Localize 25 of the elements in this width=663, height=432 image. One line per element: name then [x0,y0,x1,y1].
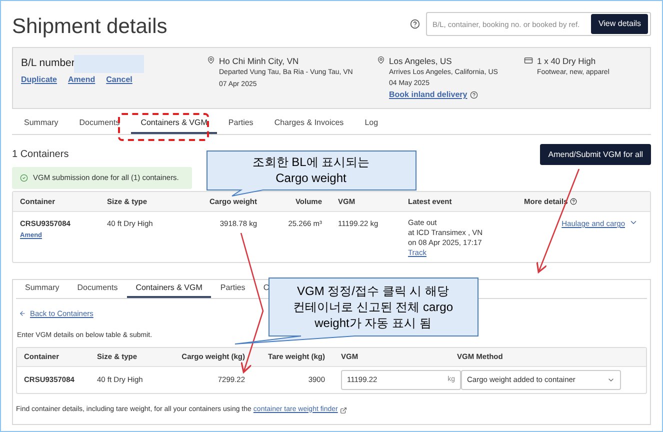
callout-text: VGM 정정/접수 클릭 시 해당 컨테이너로 신고된 전체 cargo weight가 자동 표시 됨 [292,283,454,331]
action-link[interactable]: Amend [68,74,96,86]
tab[interactable]: Documents [68,280,127,298]
tab[interactable]: Charges & Invoices [264,114,354,134]
containers-count: 1 Containers [12,148,69,162]
view-details-button[interactable]: View details [591,14,648,34]
tab[interactable]: Containers & VGM [126,280,212,298]
tab[interactable]: Documents [69,114,130,134]
tab[interactable]: Parties [218,114,264,134]
action-link[interactable]: Duplicate [21,74,58,86]
bl-number-label: B/L number [21,56,75,72]
destination-city: Los Angeles, US [389,55,453,67]
tab[interactable]: Containers & VGM [130,114,218,134]
submit-vgm-button[interactable]: Amend/Submit VGM for all [540,144,651,165]
tab[interactable]: Summary [16,280,68,298]
origin-city: Ho Chi Minh City, VN [219,55,300,67]
tab[interactable]: Summary [14,114,68,134]
action-link[interactable]: Cancel [106,74,132,86]
book-inland-delivery-link[interactable]: Book inland delivery [389,89,468,101]
tab[interactable]: Parties [211,280,254,298]
tab[interactable]: C [254,280,270,298]
callout-text: 조회한 BL에 표시되는 Cargo weight [252,154,370,186]
tab[interactable]: Log [354,114,388,134]
page-title: Shipment details [12,14,168,36]
cargo-summary: 1 x 40 Dry High [537,55,597,67]
